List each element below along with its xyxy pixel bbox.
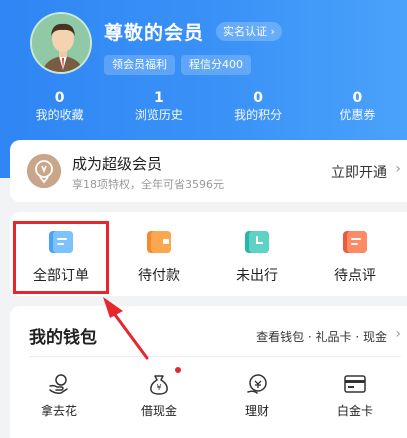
hand-coin-icon bbox=[49, 374, 68, 394]
stat-label: 我的收藏 bbox=[35, 108, 84, 122]
vip-subtitle: 享18项特权，全年可省3596元 bbox=[72, 178, 224, 191]
wallet-item-nqh[interactable]: 拿去花 bbox=[10, 366, 108, 426]
stats-row: 0 我的收藏 1 浏览历史 0 我的积分 0 优惠券 bbox=[0, 89, 407, 129]
money-bag-icon: ¥ bbox=[150, 375, 168, 395]
vip-title: 成为超级会员 bbox=[72, 155, 163, 173]
chevron-right-icon: › bbox=[395, 161, 401, 177]
pending-payment-button[interactable]: 待付款 bbox=[110, 212, 208, 296]
wallet-icon bbox=[147, 231, 171, 253]
verify-label: 实名认证 bbox=[223, 25, 267, 38]
stat-label: 我的积分 bbox=[234, 108, 283, 122]
chevron-right-icon: › bbox=[270, 25, 275, 38]
vip-badge-icon bbox=[27, 154, 61, 188]
avatar[interactable] bbox=[30, 12, 92, 74]
comment-icon bbox=[343, 231, 367, 253]
vip-card[interactable]: 成为超级会员 享18项特权，全年可省3596元 立即开通 › bbox=[10, 140, 407, 202]
stat-value: 0 bbox=[54, 90, 65, 106]
order-label: 待付款 bbox=[138, 268, 180, 284]
wallet-view-link[interactable]: 查看钱包 · 礼品卡 · 现金 bbox=[256, 328, 387, 345]
wallet-title: 我的钱包 bbox=[29, 328, 97, 348]
verify-button[interactable]: 实名认证 › bbox=[216, 22, 282, 41]
clock-icon bbox=[245, 231, 269, 253]
notification-dot bbox=[175, 367, 181, 373]
stat-label: 浏览历史 bbox=[134, 108, 183, 122]
wallet-item-borrow[interactable]: ¥ 借现金 bbox=[110, 366, 208, 426]
order-label: 待点评 bbox=[334, 268, 376, 284]
highlight-box bbox=[13, 221, 109, 294]
finance-icon bbox=[247, 374, 267, 394]
stat-value: 1 bbox=[154, 90, 164, 106]
member-benefits-tag[interactable]: 领会员福利 bbox=[104, 55, 175, 75]
wallet-item-label: 理财 bbox=[244, 404, 269, 418]
stat-value: 0 bbox=[352, 90, 363, 106]
divider bbox=[29, 356, 401, 357]
not-traveled-button[interactable]: 未出行 bbox=[208, 212, 306, 296]
chevron-right-icon: › bbox=[395, 326, 401, 342]
wallet-item-label: 拿去花 bbox=[40, 404, 77, 418]
stat-history[interactable]: 1 浏览历史 bbox=[109, 89, 208, 129]
pending-review-button[interactable]: 待点评 bbox=[306, 212, 404, 296]
wallet-panel: 我的钱包 查看钱包 · 礼品卡 · 现金 › 拿去花 ¥ 借现金 理财 白金卡 bbox=[10, 306, 407, 438]
vip-open-link[interactable]: 立即开通 bbox=[331, 162, 387, 182]
svg-text:¥: ¥ bbox=[156, 383, 161, 392]
stat-label: 优惠券 bbox=[339, 108, 376, 122]
card-icon bbox=[344, 375, 366, 393]
stat-points[interactable]: 0 我的积分 bbox=[209, 89, 308, 129]
stat-coupons[interactable]: 0 优惠券 bbox=[308, 89, 407, 129]
wallet-item-platinum[interactable]: 白金卡 bbox=[306, 366, 404, 426]
wallet-item-label: 白金卡 bbox=[336, 404, 373, 418]
wallet-item-finance[interactable]: 理财 bbox=[208, 366, 306, 426]
credit-score-tag[interactable]: 程信分400 bbox=[181, 55, 251, 75]
stat-value: 0 bbox=[253, 90, 263, 106]
username: 尊敬的会员 bbox=[104, 22, 205, 44]
stat-favorites[interactable]: 0 我的收藏 bbox=[10, 89, 109, 129]
order-label: 未出行 bbox=[236, 268, 278, 284]
wallet-item-label: 借现金 bbox=[140, 404, 177, 418]
